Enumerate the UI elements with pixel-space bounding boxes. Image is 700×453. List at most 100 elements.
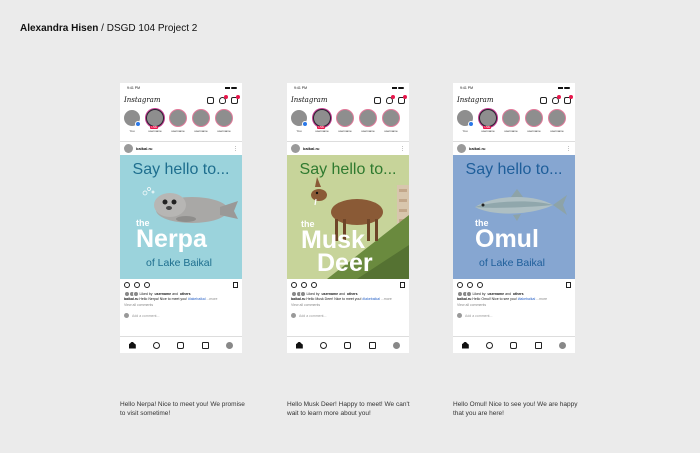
bookmark-icon[interactable] bbox=[233, 281, 238, 288]
home-icon[interactable] bbox=[295, 341, 303, 349]
caption-user[interactable]: baikal.ru bbox=[291, 297, 305, 301]
post-header: baikal.ru ⋮ bbox=[453, 141, 575, 155]
search-icon[interactable] bbox=[486, 341, 494, 349]
heart-icon[interactable] bbox=[386, 94, 395, 104]
add-story-icon[interactable] bbox=[302, 121, 308, 127]
story-item[interactable]: LIVE username bbox=[146, 109, 164, 139]
add-comment[interactable]: Add a comment... bbox=[287, 309, 409, 322]
stories-row: You LIVE username username username usern… bbox=[120, 107, 242, 141]
comment-icon[interactable] bbox=[467, 281, 473, 288]
story-item[interactable]: username bbox=[548, 109, 566, 139]
caption-user[interactable]: baikal.ru bbox=[124, 297, 138, 301]
post-avatar[interactable] bbox=[124, 144, 133, 153]
like-icon[interactable] bbox=[124, 281, 130, 288]
instagram-logo[interactable]: Instagram bbox=[291, 96, 328, 104]
add-comment[interactable]: Add a comment... bbox=[453, 309, 575, 322]
liker-avatars bbox=[457, 290, 472, 297]
profile-icon[interactable] bbox=[226, 341, 234, 349]
search-icon[interactable] bbox=[320, 341, 328, 349]
liked-and: and bbox=[339, 291, 345, 296]
reels-icon[interactable] bbox=[510, 341, 518, 349]
search-icon[interactable] bbox=[153, 341, 161, 349]
phone-mockup-omul: 9:41 PM Instagram You LIVE username usern… bbox=[453, 83, 575, 353]
story-item[interactable]: username bbox=[169, 109, 187, 139]
add-comment[interactable]: Add a comment... bbox=[120, 309, 242, 322]
bookmark-icon[interactable] bbox=[566, 281, 571, 288]
caption-hashtag[interactable]: #lakebaikal bbox=[188, 297, 206, 301]
post-username[interactable]: baikal.ru bbox=[469, 146, 566, 151]
liked-by[interactable]: Liked by username and others bbox=[453, 290, 575, 297]
story-item[interactable]: You bbox=[123, 109, 141, 139]
reels-icon[interactable] bbox=[344, 341, 352, 349]
story-item[interactable]: username bbox=[502, 109, 520, 139]
shop-icon[interactable] bbox=[534, 341, 542, 349]
share-icon[interactable] bbox=[311, 281, 317, 288]
share-icon[interactable] bbox=[477, 281, 483, 288]
caption-more[interactable]: ...more bbox=[535, 297, 547, 301]
story-item[interactable]: You bbox=[456, 109, 474, 139]
heart-icon[interactable] bbox=[219, 94, 228, 104]
home-icon[interactable] bbox=[461, 341, 469, 349]
caption-hashtag[interactable]: #lakebaikal bbox=[362, 297, 380, 301]
story-item[interactable]: username bbox=[336, 109, 354, 139]
phone-mockup-musk-deer: 9:41 PM Instagram You LIVE username usern… bbox=[287, 83, 409, 353]
story-item[interactable]: username bbox=[525, 109, 543, 139]
caption-hashtag[interactable]: #lakebaikal bbox=[518, 297, 536, 301]
story-item[interactable]: username bbox=[382, 109, 400, 139]
story-item[interactable]: username bbox=[359, 109, 377, 139]
direct-message-icon[interactable] bbox=[564, 94, 573, 104]
add-story-icon[interactable] bbox=[468, 121, 474, 127]
post-actions bbox=[287, 279, 409, 290]
story-item[interactable]: You bbox=[290, 109, 308, 139]
post-avatar[interactable] bbox=[291, 144, 300, 153]
signal-icon bbox=[224, 86, 230, 90]
story-item[interactable]: username bbox=[215, 109, 233, 139]
story-item[interactable]: LIVE username bbox=[479, 109, 497, 139]
like-icon[interactable] bbox=[457, 281, 463, 288]
instagram-logo[interactable]: Instagram bbox=[457, 96, 494, 104]
more-options-icon[interactable]: ⋮ bbox=[400, 146, 405, 152]
profile-icon[interactable] bbox=[393, 341, 401, 349]
post-image[interactable]: Say hello to... the Omul of Lake Baikal bbox=[453, 155, 575, 279]
shop-icon[interactable] bbox=[201, 341, 209, 349]
more-options-icon[interactable]: ⋮ bbox=[233, 146, 238, 152]
add-story-icon[interactable] bbox=[135, 121, 141, 127]
heart-icon[interactable] bbox=[552, 94, 561, 104]
instagram-logo[interactable]: Instagram bbox=[124, 96, 161, 104]
home-icon[interactable] bbox=[128, 341, 136, 349]
like-icon[interactable] bbox=[291, 281, 297, 288]
post-username[interactable]: baikal.ru bbox=[303, 146, 400, 151]
comment-icon[interactable] bbox=[301, 281, 307, 288]
caption-user[interactable]: baikal.ru bbox=[457, 297, 471, 301]
caption-more[interactable]: ...more bbox=[380, 297, 392, 301]
direct-message-icon[interactable] bbox=[398, 94, 407, 104]
story-label: username bbox=[504, 129, 518, 133]
story-avatar bbox=[192, 109, 210, 127]
new-post-icon[interactable] bbox=[540, 96, 547, 104]
stories-row: You LIVE username username username usern… bbox=[453, 107, 575, 141]
liker-avatars bbox=[291, 290, 306, 297]
post-username[interactable]: baikal.ru bbox=[136, 146, 233, 151]
more-options-icon[interactable]: ⋮ bbox=[566, 146, 571, 152]
story-item[interactable]: username bbox=[192, 109, 210, 139]
share-icon[interactable] bbox=[144, 281, 150, 288]
post-image[interactable]: Say hello to... the Nerpa of Lake Baikal bbox=[120, 155, 242, 279]
instagram-top-bar: Instagram bbox=[453, 93, 575, 107]
new-post-icon[interactable] bbox=[374, 96, 381, 104]
stories-row: You LIVE username username username usern… bbox=[287, 107, 409, 141]
post-image[interactable]: Say hello to... the Musk Deer bbox=[287, 155, 409, 279]
story-item[interactable]: LIVE username bbox=[313, 109, 331, 139]
notification-badge bbox=[403, 94, 407, 99]
profile-icon[interactable] bbox=[559, 341, 567, 349]
reels-icon[interactable] bbox=[177, 341, 185, 349]
shop-icon[interactable] bbox=[368, 341, 376, 349]
caption-more[interactable]: ...more bbox=[206, 297, 218, 301]
bookmark-icon[interactable] bbox=[400, 281, 405, 288]
story-avatar: LIVE bbox=[479, 109, 497, 129]
liked-by[interactable]: Liked by username and others bbox=[287, 290, 409, 297]
comment-icon[interactable] bbox=[134, 281, 140, 288]
new-post-icon[interactable] bbox=[207, 96, 214, 104]
liked-by[interactable]: Liked by username and others bbox=[120, 290, 242, 297]
post-avatar[interactable] bbox=[457, 144, 466, 153]
direct-message-icon[interactable] bbox=[231, 94, 240, 104]
